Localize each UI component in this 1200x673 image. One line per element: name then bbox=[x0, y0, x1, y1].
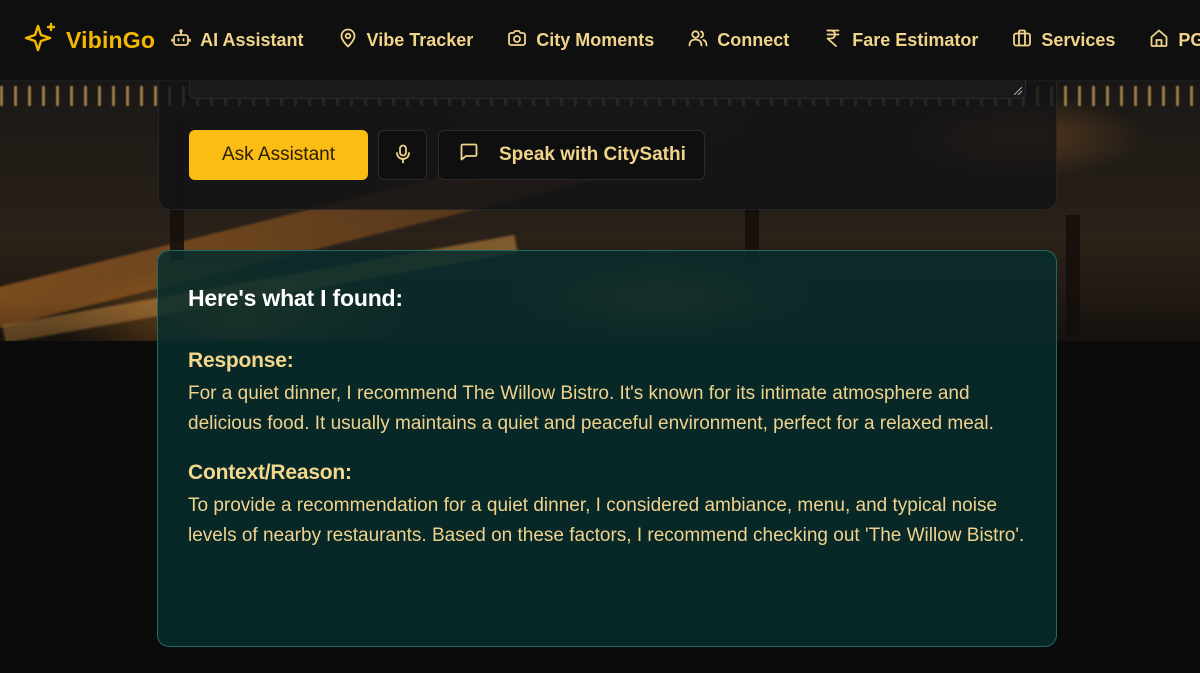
nav-label: City Moments bbox=[536, 29, 655, 50]
nav-connect[interactable]: Connect bbox=[688, 28, 789, 53]
sparkles-icon bbox=[24, 21, 58, 60]
nav-label: PG bbox=[1178, 29, 1200, 50]
brand-name: VibinGo bbox=[66, 26, 156, 53]
top-navbar: VibinGo AI Assistant Vibe Tracker City M… bbox=[0, 0, 1200, 81]
chat-bubble-icon bbox=[459, 142, 479, 168]
main-nav: AI Assistant Vibe Tracker City Moments C… bbox=[171, 28, 1200, 53]
nav-label: Fare Estimator bbox=[852, 29, 979, 50]
nav-label: AI Assistant bbox=[200, 29, 304, 50]
nav-city-moments[interactable]: City Moments bbox=[507, 28, 654, 53]
nav-label: Services bbox=[1041, 29, 1116, 50]
response-text: For a quiet dinner, I recommend The Will… bbox=[188, 383, 994, 434]
nav-services[interactable]: Services bbox=[1012, 28, 1115, 53]
brand-logo[interactable]: VibinGo bbox=[24, 21, 155, 60]
response-heading: Response: bbox=[188, 349, 294, 372]
resize-handle[interactable] bbox=[1014, 87, 1022, 95]
users-icon bbox=[688, 28, 708, 53]
context-text: To provide a recommendation for a quiet … bbox=[188, 495, 1025, 546]
result-title: Here's what I found: bbox=[188, 285, 403, 311]
camera-icon bbox=[507, 28, 527, 53]
assistant-result-card: Here's what I found: Response: For a qui… bbox=[157, 250, 1057, 647]
context-heading: Context/Reason: bbox=[188, 461, 352, 484]
rupee-icon bbox=[823, 28, 843, 53]
assistant-input-card: Ask Assistant Speak with CitySathi bbox=[158, 60, 1057, 210]
nav-fare-estimator[interactable]: Fare Estimator bbox=[823, 28, 978, 53]
bot-icon bbox=[171, 28, 192, 53]
ask-assistant-button[interactable]: Ask Assistant bbox=[189, 130, 368, 180]
nav-label: Vibe Tracker bbox=[366, 29, 474, 50]
nav-pg[interactable]: PG bbox=[1149, 28, 1200, 53]
speak-with-citysathi-button[interactable]: Speak with CitySathi bbox=[438, 130, 705, 180]
speak-button-label: Speak with CitySathi bbox=[499, 144, 686, 165]
nav-label: Connect bbox=[717, 29, 790, 50]
nav-ai-assistant[interactable]: AI Assistant bbox=[171, 28, 304, 53]
briefcase-icon bbox=[1012, 28, 1032, 53]
map-pin-icon bbox=[338, 28, 358, 53]
home-icon bbox=[1149, 28, 1169, 53]
mic-icon bbox=[394, 144, 412, 167]
nav-vibe-tracker[interactable]: Vibe Tracker bbox=[338, 28, 474, 53]
voice-input-button[interactable] bbox=[378, 130, 427, 180]
